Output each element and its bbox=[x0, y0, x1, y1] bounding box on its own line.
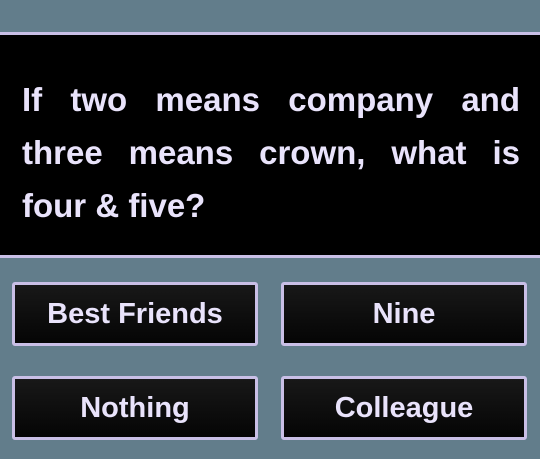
question-text: If two means company and three means cro… bbox=[22, 81, 520, 224]
quiz-screen: { "question": { "text": "If two means co… bbox=[0, 0, 540, 459]
answer-button-colleague[interactable]: Colleague bbox=[281, 376, 527, 440]
answer-button-nothing[interactable]: Nothing bbox=[12, 376, 258, 440]
question-panel: If two means company and three means cro… bbox=[0, 32, 540, 258]
answer-button-best-friends[interactable]: Best Friends bbox=[12, 282, 258, 346]
answer-button-nine[interactable]: Nine bbox=[281, 282, 527, 346]
